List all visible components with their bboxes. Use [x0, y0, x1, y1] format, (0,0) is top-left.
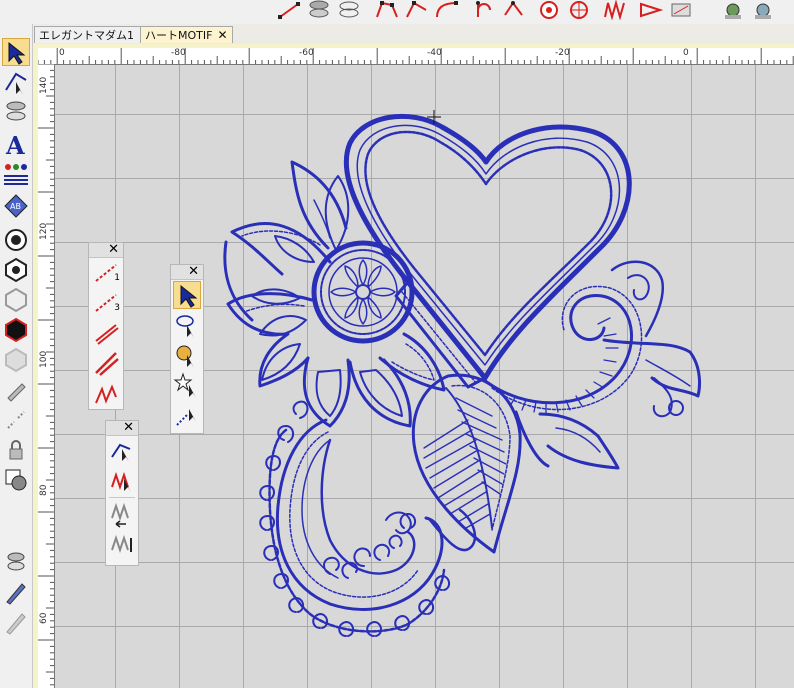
- bezier-icon[interactable]: [470, 0, 496, 20]
- rotate-node-icon[interactable]: [500, 0, 526, 20]
- line-tool-palette: ✕ 1 3: [88, 242, 124, 410]
- stitch-tool-palette: ✕: [105, 420, 139, 566]
- pen-icon[interactable]: [2, 376, 30, 404]
- ruler-label: -20: [555, 48, 570, 58]
- hexagon-icon[interactable]: [2, 256, 30, 284]
- node-select-icon[interactable]: [108, 437, 136, 465]
- circle-stitch-icon[interactable]: [536, 0, 562, 20]
- palette-header[interactable]: ✕: [106, 420, 138, 436]
- vertical-ruler: 140 120 100 80 60: [38, 64, 55, 688]
- ruler-label: 80: [39, 484, 49, 496]
- hexagon-outline-icon[interactable]: [2, 286, 30, 314]
- gear-machine-icon[interactable]: [750, 0, 776, 20]
- spool-small-icon[interactable]: [2, 548, 30, 576]
- spool-outline-icon[interactable]: [336, 0, 362, 20]
- machine-icon[interactable]: [668, 0, 694, 20]
- star-select-icon[interactable]: [173, 371, 201, 399]
- select-arrow-icon[interactable]: [2, 38, 30, 66]
- embroidery-design[interactable]: [55, 65, 794, 688]
- pencil-blue-icon[interactable]: [2, 578, 30, 606]
- node-select-icon[interactable]: [2, 68, 30, 96]
- ruler-label: -80: [171, 48, 186, 58]
- ruler-label: 140: [39, 76, 49, 94]
- close-icon[interactable]: ✕: [188, 264, 199, 279]
- target-icon[interactable]: [2, 226, 30, 254]
- triple-line-icon[interactable]: [92, 319, 120, 347]
- line-1-icon[interactable]: 1: [92, 259, 120, 287]
- polygon-node-icon[interactable]: [374, 0, 400, 20]
- top-toolbar: [0, 0, 794, 25]
- stitch-insert-icon[interactable]: [108, 500, 136, 528]
- close-icon[interactable]: ✕: [108, 242, 119, 257]
- close-icon[interactable]: ✕: [217, 27, 227, 44]
- stitch-select-icon[interactable]: [108, 467, 136, 495]
- palette-divider: [109, 497, 135, 498]
- dots-icon[interactable]: [2, 406, 30, 434]
- ruler-label: 100: [39, 350, 49, 368]
- pencil-gray-icon[interactable]: [2, 608, 30, 636]
- ruler-label: 60: [39, 612, 49, 624]
- spool-tool-icon[interactable]: [2, 98, 30, 126]
- svg-text:A: A: [5, 131, 25, 158]
- horizontal-ruler: 0 -80 -60 -40 -20 0: [38, 48, 794, 65]
- spool-icon[interactable]: [306, 0, 332, 20]
- tab-label: ハートMOTIF: [145, 29, 213, 42]
- curve-icon[interactable]: [434, 0, 460, 20]
- shape-fill-icon[interactable]: [2, 466, 30, 494]
- color-select-icon[interactable]: [173, 341, 201, 369]
- design-canvas[interactable]: [55, 65, 794, 688]
- tab-heart-motif[interactable]: ハートMOTIF ✕: [140, 26, 233, 43]
- spiral-icon[interactable]: [566, 0, 592, 20]
- tab-elegant-madam[interactable]: エレガントマダム1✕: [34, 26, 155, 43]
- stitch-end-icon[interactable]: [108, 530, 136, 558]
- ruler-label: 120: [39, 222, 49, 240]
- palette-header[interactable]: ✕: [171, 264, 203, 280]
- svg-text:AB: AB: [10, 202, 21, 211]
- ruler-label: -40: [427, 48, 442, 58]
- document-tabs: エレガントマダム1✕ ハートMOTIF ✕: [32, 24, 794, 45]
- left-toolbar: A AB: [0, 24, 33, 688]
- ruler-label: 0: [59, 48, 65, 58]
- bean-stitch-icon[interactable]: [92, 349, 120, 377]
- zigzag-line-icon[interactable]: [92, 379, 120, 407]
- ruler-label: 0: [683, 48, 689, 58]
- tab-label: エレガントマダム1: [39, 29, 134, 42]
- gear-machine-icon[interactable]: [720, 0, 746, 20]
- close-icon[interactable]: ✕: [123, 420, 134, 435]
- lasso-select-icon[interactable]: [173, 311, 201, 339]
- text-a-icon[interactable]: A: [2, 130, 30, 158]
- line-3-icon[interactable]: 3: [92, 289, 120, 317]
- lock-icon[interactable]: [2, 436, 30, 464]
- line-count-label: 3: [114, 303, 120, 313]
- people-icon[interactable]: [2, 160, 30, 188]
- wave-icon[interactable]: [602, 0, 628, 21]
- palette-header[interactable]: ✕: [89, 242, 123, 258]
- ruler-label: -60: [299, 48, 314, 58]
- node-edit-icon[interactable]: [404, 0, 430, 20]
- gem-icon[interactable]: AB: [2, 192, 30, 220]
- arrow-point-icon[interactable]: [638, 0, 664, 20]
- hexagon-gray-icon[interactable]: [2, 346, 30, 374]
- select-tool-palette: ✕: [170, 264, 204, 434]
- line-tool-icon[interactable]: [276, 0, 302, 20]
- select-arrow-icon[interactable]: [173, 281, 201, 309]
- hexagon-filled-icon[interactable]: [2, 316, 30, 344]
- line-count-label: 1: [114, 273, 120, 283]
- dash-select-icon[interactable]: [173, 401, 201, 429]
